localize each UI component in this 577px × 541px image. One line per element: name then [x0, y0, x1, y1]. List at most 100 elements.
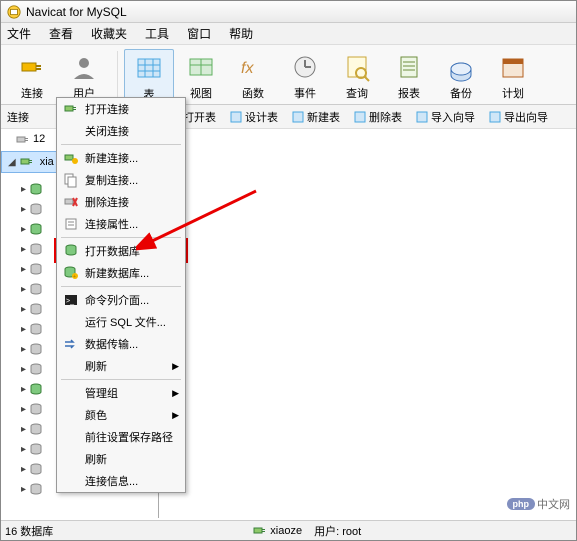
menu-window[interactable]: 窗口 [187, 25, 211, 42]
tree-label: 12 [33, 133, 45, 145]
database-icon [29, 422, 43, 436]
menu-tools[interactable]: 工具 [145, 25, 169, 42]
database-icon [29, 402, 43, 416]
database-icon [29, 482, 43, 496]
ctx-连接信息[interactable]: 连接信息... [57, 470, 185, 492]
ctx-数据传输[interactable]: 数据传输... [57, 333, 185, 355]
delete-icon [63, 194, 79, 210]
ctx-刷新[interactable]: 刷新 ▶ [57, 355, 185, 377]
database-icon [29, 362, 43, 376]
submenu-arrow-icon: ▶ [172, 410, 179, 421]
context-menu: 打开连接关闭连接新建连接...复制连接...删除连接连接属性... 打开数据库 +新… [56, 97, 186, 493]
toolbar-schedule[interactable]: 计划 [488, 49, 538, 101]
database-icon [29, 382, 43, 396]
window-title: Navicat for MySQL [26, 5, 127, 19]
watermark-text: 中文网 [537, 496, 570, 512]
collapse-icon: ◢ [8, 157, 16, 168]
ctx-新建数据库[interactable]: +新建数据库... [57, 262, 185, 284]
ctx-打开连接[interactable]: 打开连接 [57, 98, 185, 120]
table-mini-icon [354, 111, 366, 123]
ctx-前往设置保存路径[interactable]: 前往设置保存路径 [57, 426, 185, 448]
menu-view[interactable]: 查看 [49, 25, 73, 42]
svg-text:fx: fx [241, 60, 254, 77]
fx-icon: fx [237, 51, 269, 83]
toolbar-view[interactable]: 视图 [176, 49, 226, 101]
subtoolbar-item[interactable]: 设计表 [230, 109, 278, 125]
ctx-label: 刷新 [85, 358, 107, 374]
subtoolbar-item[interactable]: 导入向导 [416, 109, 475, 125]
main-toolbar: 连接用户表视图fx函数事件查询报表 备份 计划 [1, 45, 576, 105]
submenu-arrow-icon: ▶ [172, 388, 179, 399]
plug-active-icon [20, 155, 34, 169]
ctx-label: 打开数据库 [85, 243, 140, 259]
props-icon [63, 216, 79, 232]
status-db-count: 16 数据库 [5, 523, 53, 539]
ctx-新建连接[interactable]: 新建连接... [57, 147, 185, 169]
ctx-label: 新建数据库... [85, 265, 149, 281]
report-icon [393, 51, 425, 83]
tree-label: xia [40, 156, 54, 168]
database-icon [29, 442, 43, 456]
ctx-关闭连接[interactable]: 关闭连接 [57, 120, 185, 142]
toolbar-user[interactable]: 用户 [59, 49, 109, 101]
toolbar-label: 备份 [450, 85, 472, 101]
toolbar-label: 报表 [398, 85, 420, 101]
ctx-复制连接[interactable]: 复制连接... [57, 169, 185, 191]
ctx-label: 连接信息... [85, 473, 138, 489]
toolbar-label: 连接 [21, 85, 43, 101]
menu-file[interactable]: 文件 [7, 25, 31, 42]
table-mini-icon [292, 111, 304, 123]
toolbar-backup[interactable]: 备份 [436, 49, 486, 101]
content-area [160, 129, 576, 518]
toolbar-label: 计划 [502, 85, 524, 101]
toolbar-report[interactable]: 报表 [384, 49, 434, 101]
ctx-打开数据库[interactable]: 打开数据库 [57, 240, 185, 262]
schedule-icon [497, 51, 529, 83]
table-icon [133, 52, 165, 84]
ctx-颜色[interactable]: 颜色 ▶ [57, 404, 185, 426]
backup-icon [445, 51, 477, 83]
submenu-arrow-icon: ▶ [172, 361, 179, 372]
ctx-label: 连接属性... [85, 216, 138, 232]
ctx-删除连接[interactable]: 删除连接 [57, 191, 185, 213]
toolbar-table[interactable]: 表 [124, 49, 174, 103]
connection-label: 连接 [7, 109, 29, 125]
database-icon [29, 202, 43, 216]
toolbar-fx[interactable]: fx函数 [228, 49, 278, 101]
database-icon [29, 242, 43, 256]
php-badge-icon: php [507, 498, 536, 510]
database-icon [29, 262, 43, 276]
clock-icon [289, 51, 321, 83]
table-mini-icon [230, 111, 242, 123]
ctx-管理组[interactable]: 管理组 ▶ [57, 382, 185, 404]
menu-help[interactable]: 帮助 [229, 25, 253, 42]
menu-separator [61, 237, 181, 238]
status-user: 用户: root [314, 523, 361, 539]
ctx-label: 颜色 [85, 407, 107, 423]
subtoolbar-item[interactable]: 导出向导 [489, 109, 548, 125]
navicat-logo-icon [7, 5, 21, 19]
database-icon [29, 462, 43, 476]
ctx-label: 命令列介面... [85, 292, 149, 308]
ctx-刷新[interactable]: 刷新 [57, 448, 185, 470]
query-icon [341, 51, 373, 83]
transfer-icon [63, 336, 79, 352]
database-icon [29, 342, 43, 356]
ctx-运行SQL文件[interactable]: 运行 SQL 文件... [57, 311, 185, 333]
ctx-命令列介面[interactable]: >_ 命令列介面... [57, 289, 185, 311]
ctx-label: 运行 SQL 文件... [85, 314, 166, 330]
view-icon [185, 51, 217, 83]
toolbar-clock[interactable]: 事件 [280, 49, 330, 101]
user-icon [68, 51, 100, 83]
menu-favorites[interactable]: 收藏夹 [91, 25, 127, 42]
database-icon [29, 302, 43, 316]
toolbar-query[interactable]: 查询 [332, 49, 382, 101]
separator [117, 51, 118, 99]
ctx-label: 管理组 [85, 385, 118, 401]
svg-text:>_: >_ [66, 298, 74, 305]
ctx-连接属性[interactable]: 连接属性... [57, 213, 185, 235]
database-icon [29, 222, 43, 236]
subtoolbar-item[interactable]: 删除表 [354, 109, 402, 125]
subtoolbar-item[interactable]: 新建表 [292, 109, 340, 125]
toolbar-plug[interactable]: 连接 [7, 49, 57, 101]
